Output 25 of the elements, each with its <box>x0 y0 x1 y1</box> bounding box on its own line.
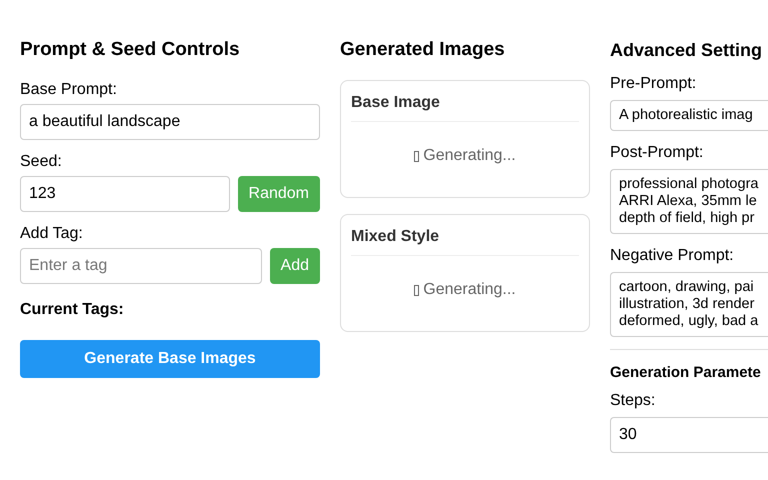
field-label: Seed: <box>20 152 63 172</box>
field-label: Pre-Prompt: <box>610 74 698 94</box>
text-area[interactable]: cartoon, drawing, pai illustration, 3d render deformed, ugly, bad a <box>610 272 768 337</box>
text-area[interactable]: A photorealistic imag <box>610 100 768 131</box>
text-area[interactable]: professional photogra ARRI Alexa, 35mm le depth of field, high pr <box>610 169 768 234</box>
steps-field[interactable]: 30 <box>610 416 768 452</box>
card-title: Mixed Style <box>351 225 579 256</box>
field-label: Steps: <box>610 390 656 410</box>
card-title: Base Image <box>351 91 579 122</box>
field-label: Negative Prompt: <box>610 246 735 266</box>
field-label: Post-Prompt: <box>610 143 704 163</box>
missing-glyph-icon <box>414 284 420 296</box>
status-text: Generating... <box>423 146 516 166</box>
current-tags-label: Current Tags: <box>20 300 125 320</box>
section-title: Advanced Setting <box>610 39 764 62</box>
section-title: Prompt & Seed Controls <box>20 38 241 62</box>
section-title: Generated Images <box>340 38 506 62</box>
missing-glyph-icon <box>414 150 420 162</box>
subsection-title: Generation Paramete <box>610 363 762 383</box>
base-prompt-field[interactable]: a beautiful landscape <box>20 104 320 140</box>
tag-field[interactable]: Enter a tag <box>20 248 262 284</box>
seed-field[interactable]: 123 <box>20 176 230 212</box>
field-label: Add Tag: <box>20 224 84 244</box>
field-label: Base Prompt: <box>20 80 118 100</box>
status-text: Generating... <box>423 280 516 300</box>
